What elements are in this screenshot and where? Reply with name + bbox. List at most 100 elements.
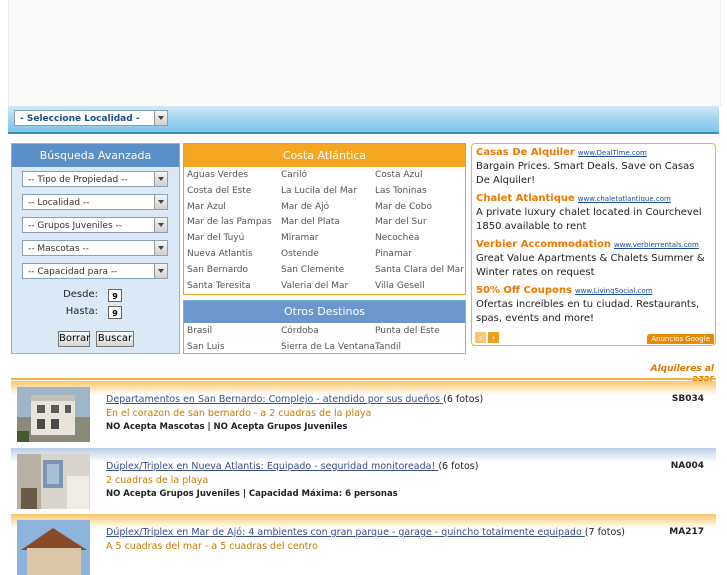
chevron-down-icon[interactable] [154, 195, 167, 209]
next-ad-button[interactable]: › [488, 332, 499, 343]
ad-title-line[interactable]: Verbier Accommodation www.verbierrentals.… [476, 238, 711, 252]
destination-link[interactable]: Pinamar [375, 247, 468, 263]
destination-link[interactable]: Mar de Cobo [375, 200, 468, 216]
advanced-search-panel: Búsqueda Avanzada -- Tipo de Propiedad -… [11, 143, 180, 354]
destination-link[interactable]: Mar de las Pampas [187, 215, 281, 231]
ads-list: Casas De Alquiler www.DealTime.com Bargain… [476, 146, 711, 326]
ad-url[interactable]: www.chaletatlantique.com [578, 195, 671, 203]
ad-description: Great Value Apartments & Chalets Summer … [476, 253, 705, 278]
listing-title[interactable]: Dúplex/Triplex en Mar de Ajó: 4 ambiente… [106, 527, 582, 538]
destination-link[interactable]: Santa Clara del Mar [375, 263, 468, 279]
destination-link[interactable]: Córdoba [281, 324, 375, 340]
destination-link[interactable]: Santa Teresita [187, 279, 281, 295]
chevron-down-icon[interactable] [154, 172, 167, 186]
location-select-value: - Seleccione Localidad - [20, 114, 140, 124]
destination-link[interactable]: Ostende [281, 247, 375, 263]
destination-link[interactable]: Mar de Ajó [281, 200, 375, 216]
ad-title-line[interactable]: 50% Off Coupons www.LivingSocial.com [476, 284, 711, 298]
property-type-select[interactable]: -- Tipo de Propiedad -- [22, 171, 168, 187]
listing-photo[interactable] [17, 387, 90, 442]
destination-link[interactable]: Mar del Tuyú [187, 231, 281, 247]
listing-photo[interactable] [17, 520, 90, 575]
chevron-down-icon[interactable] [154, 241, 167, 255]
ad-title[interactable]: Verbier Accommodation [476, 239, 611, 250]
listing-band [11, 448, 716, 462]
ad-url[interactable]: www.LivingSocial.com [575, 287, 653, 295]
pets-value: -- Mascotas -- [28, 244, 89, 254]
destination-link[interactable]: Valeria del Mar [281, 279, 375, 295]
destination-link[interactable]: Nueva Atlantis [187, 247, 281, 263]
costa-atlantica-panel: Costa Atlántica Aguas Verdes Cariló Costa … [183, 143, 466, 295]
ad-item[interactable]: Casas De Alquiler www.DealTime.com Bargain… [476, 146, 711, 188]
prev-ad-button[interactable]: ‹ [475, 332, 486, 343]
location-select[interactable]: - Seleccione Localidad - [14, 110, 168, 126]
ad-url[interactable]: www.DealTime.com [578, 149, 647, 157]
listing-band [11, 514, 716, 528]
destination-link[interactable]: Las Toninas [375, 184, 468, 200]
destination-link[interactable]: Villa Gesell [375, 279, 468, 295]
chevron-down-icon[interactable] [154, 264, 167, 278]
ad-url[interactable]: www.verbierrentals.com [614, 241, 699, 249]
clear-button[interactable]: Borrar [58, 331, 90, 347]
destination-link[interactable]: Necochea [375, 231, 468, 247]
destination-link[interactable]: San Clemente [281, 263, 375, 279]
chevron-down-icon[interactable] [154, 218, 167, 232]
ad-description: Ofertas increíbles en tu ciudad. Restaur… [476, 299, 700, 324]
from-label: Desde: [63, 289, 98, 300]
ads-by-google-badge[interactable]: Anuncios Google [647, 334, 714, 344]
youth-groups-select[interactable]: -- Grupos Juveniles -- [22, 217, 168, 233]
listing-code: MA217 [669, 527, 704, 537]
listing-title[interactable]: Dúplex/Triplex en Nueva Atlantis: Equipa… [106, 461, 435, 472]
listing-row[interactable]: Dúplex/Triplex en Mar de Ajó: 4 ambiente… [11, 514, 716, 575]
top-banner-area [8, 0, 721, 106]
destination-link[interactable]: Mar Azul [187, 200, 281, 216]
ad-item[interactable]: 50% Off Coupons www.LivingSocial.com Ofert… [476, 284, 711, 326]
destination-link[interactable]: San Luis [187, 340, 281, 356]
destination-link[interactable]: Aguas Verdes [187, 168, 281, 184]
chevron-down-icon[interactable] [154, 111, 167, 125]
ad-description: A private luxury chalet located in Courc… [476, 207, 702, 232]
ad-item[interactable]: Chalet Atlantique www.chaletatlantique.co… [476, 192, 711, 234]
other-destinations-title: Otros Destinos [184, 301, 465, 323]
capacity-select[interactable]: -- Capacidad para -- [22, 263, 168, 279]
locality-select[interactable]: -- Localidad -- [22, 194, 168, 210]
costa-atlantica-title: Costa Atlántica [184, 144, 465, 167]
listing-row[interactable]: Dúplex/Triplex en Nueva Atlantis: Equipa… [11, 448, 716, 509]
destination-link[interactable]: Mar del Sur [375, 215, 468, 231]
calendar-icon[interactable]: 9 [108, 289, 122, 302]
ad-title[interactable]: Casas De Alquiler [476, 147, 575, 158]
listing-features: NO Acepta Grupos Juveniles | Capacidad M… [106, 489, 398, 499]
listing-subtitle: A 5 cuadras del mar - a 5 cuadras del ce… [106, 541, 318, 552]
listing-title-link[interactable]: Departamentos en San Bernardo: Complejo … [106, 394, 483, 405]
search-button[interactable]: Buscar [96, 331, 134, 347]
ad-title-line[interactable]: Casas De Alquiler www.DealTime.com [476, 146, 711, 160]
destination-link[interactable]: Costa Azul [375, 168, 468, 184]
capacity-value: -- Capacidad para -- [28, 267, 118, 277]
destination-link[interactable]: Costa del Este [187, 184, 281, 200]
destination-link[interactable]: Sierra de La Ventana [281, 340, 375, 356]
listing-code: NA004 [670, 461, 704, 471]
ad-item[interactable]: Verbier Accommodation www.verbierrentals.… [476, 238, 711, 280]
ad-title[interactable]: Chalet Atlantique [476, 193, 575, 204]
listing-band [11, 381, 716, 395]
listing-title-link[interactable]: Dúplex/Triplex en Mar de Ajó: 4 ambiente… [106, 527, 625, 538]
calendar-icon[interactable]: 9 [108, 306, 122, 319]
destination-link[interactable]: Mar del Plata [281, 215, 375, 231]
listing-row[interactable]: Departamentos en San Bernardo: Complejo … [11, 381, 716, 442]
listing-title[interactable]: Departamentos en San Bernardo: Complejo … [106, 394, 440, 405]
destination-link[interactable]: San Bernardo [187, 263, 281, 279]
pets-select[interactable]: -- Mascotas -- [22, 240, 168, 256]
destination-link[interactable]: Tandil [375, 340, 468, 356]
ad-title-line[interactable]: Chalet Atlantique www.chaletatlantique.co… [476, 192, 711, 206]
destination-link[interactable]: La Lucila del Mar [281, 184, 375, 200]
destination-link[interactable]: Brasil [187, 324, 281, 340]
ad-title[interactable]: 50% Off Coupons [476, 285, 572, 296]
destination-link[interactable]: Cariló [281, 168, 375, 184]
destination-link[interactable]: Miramar [281, 231, 375, 247]
listing-photo[interactable] [17, 454, 90, 509]
advanced-search-title: Búsqueda Avanzada [12, 144, 179, 167]
destination-link[interactable]: Punta del Este [375, 324, 468, 340]
listing-title-link[interactable]: Dúplex/Triplex en Nueva Atlantis: Equipa… [106, 461, 478, 472]
other-destinations-panel: Otros Destinos Brasil Córdoba Punta del Es… [183, 300, 466, 354]
listing-photo-count: (6 fotos) [443, 394, 484, 405]
